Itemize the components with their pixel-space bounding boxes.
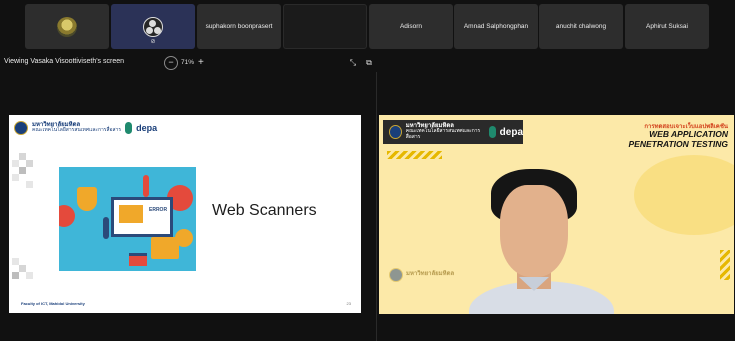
faculty-label: คณะเทคโนโลยีสารสนเทศและการสื่อสาร xyxy=(32,127,122,133)
participant-name: anuchit chalwong xyxy=(555,23,607,30)
folder-icon xyxy=(151,237,179,259)
slide-footer: Faculty of ICT, Mahidol University xyxy=(21,301,85,306)
mahidol-seal-icon xyxy=(14,121,28,135)
fit-to-window-icon[interactable]: ⤡ xyxy=(348,58,358,68)
university-label: มหาวิทยาลัยมหิดล xyxy=(406,271,455,278)
error-label: ERROR xyxy=(149,207,168,213)
participant-name: Amnad Salphongphan xyxy=(463,23,529,30)
depa-logo: depa xyxy=(499,126,524,138)
participant-tile-empty[interactable] xyxy=(283,4,367,49)
course-title: WEB APPLICATION PENETRATION TESTING xyxy=(629,129,729,149)
participant-name: Aphirut Suksai xyxy=(646,23,688,30)
wall-logo: มหาวิทยาลัยมหิดล xyxy=(389,262,499,288)
participant-name: Adisorn xyxy=(399,23,423,30)
zoom-level: 71% xyxy=(181,59,195,66)
mahidol-seal-icon xyxy=(389,125,402,139)
video-logo-banner: มหาวิทยาลัยมหิดล คณะเทคโนโลยีสารสนเทศและ… xyxy=(383,120,523,144)
depa-logo: depa xyxy=(136,123,158,133)
course-title-line2: PENETRATION TESTING xyxy=(628,139,729,149)
participant-tile-obs[interactable]: ⊘ xyxy=(111,4,195,49)
video-university-name: มหาวิทยาลัยมหิดล คณะเทคโนโลยีสารสนเทศและ… xyxy=(405,123,486,141)
participant-tile[interactable]: Adisorn xyxy=(369,4,453,49)
mic-off-icon: ⊘ xyxy=(150,39,156,45)
participant-tile[interactable]: Aphirut Suksai xyxy=(625,4,709,49)
participant-tile[interactable]: suphakorn boonprasert xyxy=(197,4,281,49)
shield-icon xyxy=(77,187,97,211)
zoom-out-button[interactable]: − xyxy=(164,56,178,70)
participant-avatar xyxy=(57,16,77,37)
obs-logo-icon xyxy=(143,16,163,37)
books-icon xyxy=(129,253,147,266)
shared-slide: มหาวิทยาลัยมหิดล คณะเทคโนโลยีสารสนเทศและ… xyxy=(9,115,361,313)
participant-tile-avatar[interactable] xyxy=(25,4,109,49)
zoom-in-button[interactable]: + xyxy=(198,57,204,68)
screen-share-bar: Viewing Vasaka Visoottiviseth's screen −… xyxy=(0,56,735,72)
panel-divider xyxy=(376,72,377,341)
presenter-face xyxy=(500,185,568,277)
web-scanner-illustration: ERROR xyxy=(59,167,196,271)
presenter-video: มหาวิทยาลัยมหิดล คณะเทคโนโลยีสารสนเทศและ… xyxy=(379,115,734,314)
decorative-stripes xyxy=(387,151,442,159)
envelope-icon xyxy=(119,205,143,223)
slide-page-number: 23 xyxy=(346,301,351,306)
faculty-label: คณะเทคโนโลยีสารสนเทศและการสื่อสาร xyxy=(405,128,481,140)
decorative-squares xyxy=(12,258,42,294)
screen-share-title: Viewing Vasaka Visoottiviseth's screen xyxy=(4,58,125,65)
participant-name: suphakorn boonprasert xyxy=(205,23,273,30)
mahidol-seal-icon xyxy=(389,268,403,282)
ict-logo-icon xyxy=(125,122,133,134)
slide-university-name: มหาวิทยาลัยมหิดล คณะเทคโนโลยีสารสนเทศและ… xyxy=(32,122,122,134)
decorative-stripes xyxy=(720,250,730,280)
slide-logo-row: มหาวิทยาลัยมหิดล คณะเทคโนโลยีสารสนเทศและ… xyxy=(14,118,157,138)
pop-out-icon[interactable]: ⧉ xyxy=(364,58,374,68)
ict-logo-icon xyxy=(489,126,496,138)
participant-tile[interactable]: Amnad Salphongphan xyxy=(454,4,538,49)
participant-tile[interactable]: anuchit chalwong xyxy=(539,4,623,49)
background-swoosh xyxy=(634,155,734,235)
slide-title: Web Scanners xyxy=(212,202,317,219)
decorative-squares xyxy=(12,153,42,189)
course-title-line1: WEB APPLICATION xyxy=(649,129,728,139)
